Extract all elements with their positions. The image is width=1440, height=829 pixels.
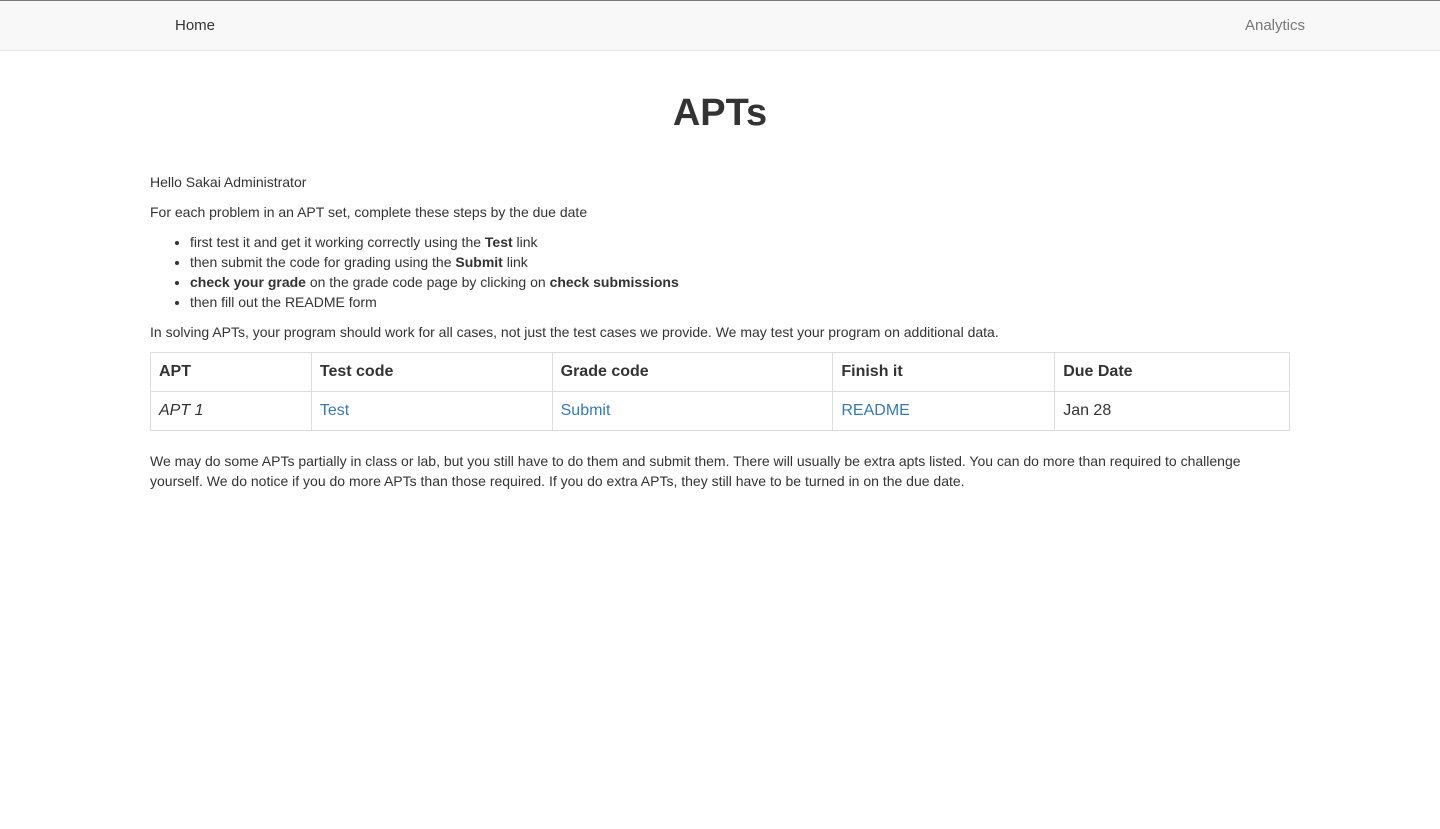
table-header-row: APT Test code Grade code Finish it Due D… <box>150 352 1290 392</box>
submit-link[interactable]: Submit <box>561 402 611 419</box>
header-finish-it: Finish it <box>832 352 1056 392</box>
step-item: first test it and get it working correct… <box>190 232 1290 252</box>
step-item: then fill out the README form <box>190 292 1290 312</box>
table-row: APT 1 Test Submit README Jan 28 <box>150 391 1290 431</box>
step-text: link <box>502 254 528 270</box>
step-bold-text: check your grade <box>190 274 306 290</box>
test-link[interactable]: Test <box>320 402 349 419</box>
top-navbar: Home Analytics <box>0 0 1440 51</box>
test-cell: Test <box>310 391 553 431</box>
header-due-date: Due Date <box>1054 352 1290 392</box>
greeting-text: Hello Sakai Administrator <box>150 174 307 190</box>
nav-analytics-link[interactable]: Analytics <box>1245 17 1305 34</box>
intro-text: For each problem in an APT set, complete… <box>150 204 588 220</box>
header-test-code: Test code <box>310 352 553 392</box>
step-text: link <box>512 234 538 250</box>
step-bold-text: Submit <box>455 254 503 270</box>
step-bold-text: Test <box>484 234 513 250</box>
closing-note: We may do some APTs partially in class o… <box>150 453 1241 489</box>
step-text: first test it and get it working correct… <box>190 234 485 250</box>
header-grade-code: Grade code <box>551 352 834 392</box>
solving-note: In solving APTs, your program should wor… <box>150 324 999 340</box>
steps-list: first test it and get it working correct… <box>150 232 1290 312</box>
main-content: APTs Hello Sakai Administrator For each … <box>150 52 1290 491</box>
apt-table: APT Test code Grade code Finish it Due D… <box>150 352 1290 431</box>
readme-link[interactable]: README <box>841 402 909 419</box>
header-apt: APT <box>150 352 312 392</box>
step-text: then submit the code for grading using t… <box>190 254 456 270</box>
step-item: check your grade on the grade code page … <box>190 272 1290 292</box>
step-bold-text: check submissions <box>549 274 679 290</box>
grade-cell: Submit <box>551 391 834 431</box>
step-text: then fill out the README form <box>190 294 377 310</box>
finish-cell: README <box>832 391 1056 431</box>
page-title: APTs <box>672 92 768 134</box>
step-text: on the grade code page by clicking on <box>305 274 550 290</box>
due-date-cell: Jan 28 <box>1054 391 1290 431</box>
apt-name-cell: APT 1 <box>150 391 312 431</box>
nav-home-link[interactable]: Home <box>175 17 215 34</box>
step-item: then submit the code for grading using t… <box>190 252 1290 272</box>
